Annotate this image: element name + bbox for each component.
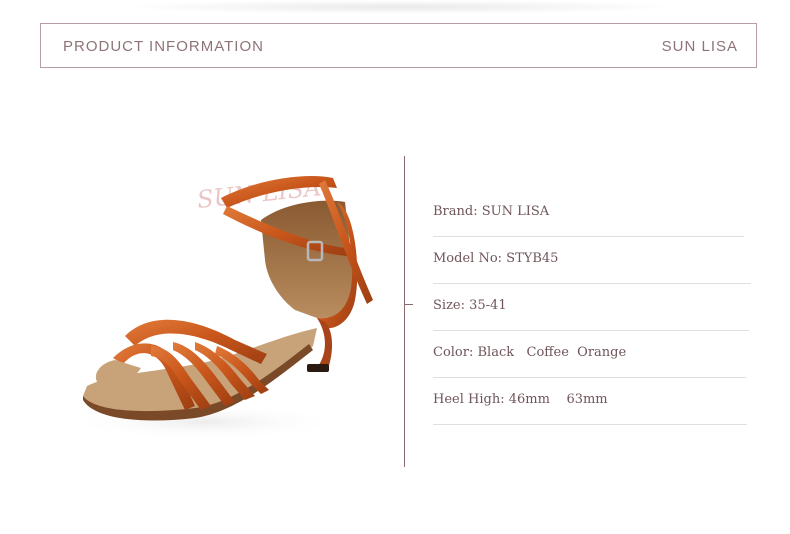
color-text: Color: Black Coffee Orange: [433, 345, 627, 360]
info-row-brand: Brand: SUN LISA: [433, 190, 753, 237]
divider-tick: [404, 304, 413, 305]
brand-label: SUN LISA: [661, 38, 738, 55]
info-row-model: Model No: STYB45: [433, 237, 753, 284]
heel-tip: [307, 364, 329, 372]
info-row-size: Size: 35-41: [433, 284, 753, 331]
heel-text: Heel High: 46mm 63mm: [433, 392, 608, 407]
shoe-illustration: SUN LISA: [65, 173, 373, 440]
section-title: PRODUCT INFORMATION: [63, 38, 264, 55]
product-info-list: Brand: SUN LISA Model No: STYB45 Size: 3…: [433, 190, 753, 425]
info-row-color: Color: Black Coffee Orange: [433, 331, 753, 378]
row-divider: [433, 424, 747, 425]
vertical-divider: [404, 156, 405, 467]
top-shadow: [120, 0, 680, 14]
brand-text: Brand: SUN LISA: [433, 204, 550, 219]
info-row-heel: Heel High: 46mm 63mm: [433, 378, 753, 425]
size-text: Size: 35-41: [433, 298, 507, 313]
product-image: SUN LISA: [55, 150, 385, 450]
header-bar: PRODUCT INFORMATION SUN LISA: [40, 23, 757, 68]
model-text: Model No: STYB45: [433, 251, 559, 266]
